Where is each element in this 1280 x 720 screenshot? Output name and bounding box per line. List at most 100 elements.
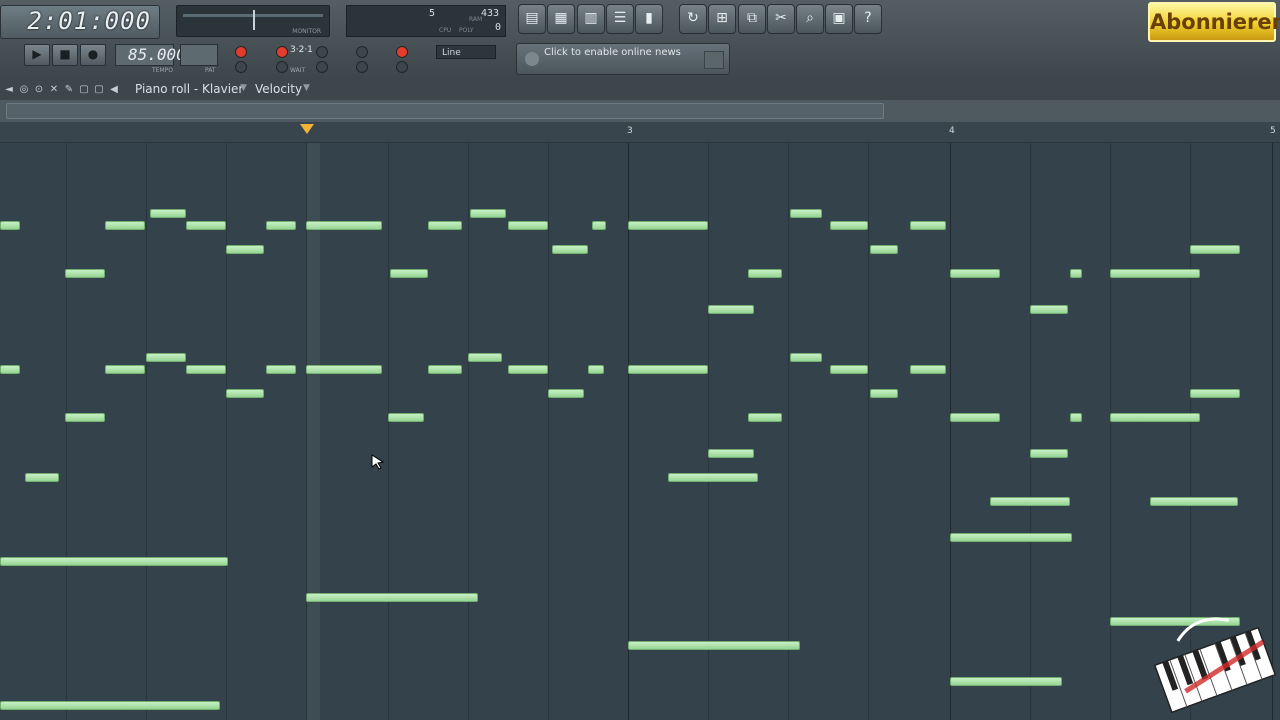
note-block[interactable] <box>468 353 502 362</box>
project-info-icon[interactable]: ▣ <box>825 4 853 34</box>
pencil-icon[interactable]: ✎ <box>62 83 76 97</box>
note-block[interactable] <box>708 449 754 458</box>
multilink-toggle[interactable] <box>356 61 368 73</box>
title-dropdown-icon[interactable]: ▼ <box>240 83 247 93</box>
rec-toggle[interactable] <box>235 46 247 58</box>
note-block[interactable] <box>950 533 1072 542</box>
note-block[interactable] <box>0 557 228 566</box>
note-block[interactable] <box>1190 245 1240 254</box>
snap-mode-select[interactable]: Line <box>436 45 496 59</box>
play-button[interactable]: ▶ <box>24 44 50 66</box>
note-block[interactable] <box>870 245 898 254</box>
timeline-ruler[interactable] <box>0 122 1280 143</box>
song-position-marker[interactable] <box>300 124 314 134</box>
note-block[interactable] <box>910 365 946 374</box>
note-block[interactable] <box>668 473 758 482</box>
note-block[interactable] <box>266 365 296 374</box>
note-block[interactable] <box>628 641 800 650</box>
note-block[interactable] <box>950 413 1000 422</box>
scrollbar-thumb[interactable] <box>6 103 884 119</box>
browser-icon[interactable]: ☰ <box>606 4 634 34</box>
note-block[interactable] <box>65 413 105 422</box>
note-block[interactable] <box>508 221 548 230</box>
volume-handle[interactable] <box>253 10 255 30</box>
speaker-icon[interactable]: ◀ <box>107 83 121 97</box>
note-block[interactable] <box>950 269 1000 278</box>
snap-toggle[interactable] <box>235 61 247 73</box>
help-icon[interactable]: ? <box>854 4 882 34</box>
note-block[interactable] <box>306 593 478 602</box>
note-block[interactable] <box>748 269 782 278</box>
note-block[interactable] <box>508 365 548 374</box>
note-block[interactable] <box>790 353 822 362</box>
note-block[interactable] <box>0 365 20 374</box>
online-news-panel[interactable]: Click to enable online news <box>516 43 730 75</box>
subscribe-button[interactable]: Abonnieren <box>1148 2 1280 42</box>
note-block[interactable] <box>1070 269 1082 278</box>
note-block[interactable] <box>1110 413 1200 422</box>
magnet-icon[interactable]: ✕ <box>47 83 61 97</box>
event-target-label[interactable]: Velocity <box>255 82 302 96</box>
note-block[interactable] <box>950 677 1062 686</box>
loop-toggle[interactable] <box>316 46 328 58</box>
note-block[interactable] <box>910 221 946 230</box>
note-block[interactable] <box>65 269 105 278</box>
note-block[interactable] <box>1030 449 1068 458</box>
blend-toggle[interactable] <box>396 46 408 58</box>
record-button[interactable]: ● <box>80 44 106 66</box>
news-button[interactable] <box>704 51 724 69</box>
note-block[interactable] <box>390 269 428 278</box>
note-block[interactable] <box>1110 269 1200 278</box>
step-edit-toggle[interactable] <box>356 46 368 58</box>
tempo-display[interactable]: 85.000 <box>115 44 186 66</box>
paint-icon[interactable]: ▢ <box>77 83 91 97</box>
pattern-selector[interactable] <box>180 44 218 66</box>
save-icon[interactable]: ⊞ <box>708 4 736 34</box>
note-block[interactable] <box>428 221 462 230</box>
piano-roll-title[interactable]: Piano roll - Klavier <box>135 82 243 96</box>
note-block[interactable] <box>266 221 296 230</box>
note-block[interactable] <box>186 221 226 230</box>
note-block[interactable] <box>592 221 606 230</box>
note-block[interactable] <box>226 389 264 398</box>
playlist-icon[interactable]: ▤ <box>518 4 546 34</box>
snap-icon[interactable]: ⊙ <box>32 83 46 97</box>
overdub-toggle[interactable] <box>396 61 408 73</box>
note-block[interactable] <box>146 353 186 362</box>
note-block[interactable] <box>105 365 145 374</box>
note-block[interactable] <box>0 221 20 230</box>
note-block[interactable] <box>1070 413 1082 422</box>
metronome-toggle[interactable] <box>276 46 288 58</box>
note-block[interactable] <box>25 473 59 482</box>
note-block[interactable] <box>830 365 868 374</box>
note-block[interactable] <box>588 365 604 374</box>
note-block[interactable] <box>748 413 782 422</box>
note-block[interactable] <box>470 209 506 218</box>
note-block[interactable] <box>428 365 462 374</box>
note-block[interactable] <box>708 305 754 314</box>
note-block[interactable] <box>628 221 708 230</box>
cut-icon[interactable]: ✂ <box>767 4 795 34</box>
step-sequencer-icon[interactable]: ▦ <box>547 4 575 34</box>
note-block[interactable] <box>990 497 1070 506</box>
note-block[interactable] <box>0 701 220 710</box>
horizontal-scrollbar[interactable] <box>0 100 1280 122</box>
note-block[interactable] <box>790 209 822 218</box>
tools-icon[interactable]: ◎ <box>17 83 31 97</box>
note-block[interactable] <box>628 365 708 374</box>
note-block[interactable] <box>388 413 424 422</box>
search-icon[interactable]: ⌕ <box>796 4 824 34</box>
song-position-display[interactable]: 2:01:000 <box>0 5 160 39</box>
note-block[interactable] <box>548 389 584 398</box>
note-block[interactable] <box>150 209 186 218</box>
note-block[interactable] <box>1030 305 1068 314</box>
wait-toggle[interactable] <box>276 61 288 73</box>
note-block[interactable] <box>830 221 868 230</box>
delete-icon[interactable]: ▢ <box>92 83 106 97</box>
undo-icon[interactable]: ↻ <box>679 4 707 34</box>
mixer-icon[interactable]: ▮ <box>635 4 663 34</box>
options-icon[interactable]: ◄ <box>2 83 16 97</box>
note-block[interactable] <box>870 389 898 398</box>
typing-kb-toggle[interactable] <box>316 61 328 73</box>
master-volume-meter[interactable]: MONITOR <box>176 5 330 37</box>
